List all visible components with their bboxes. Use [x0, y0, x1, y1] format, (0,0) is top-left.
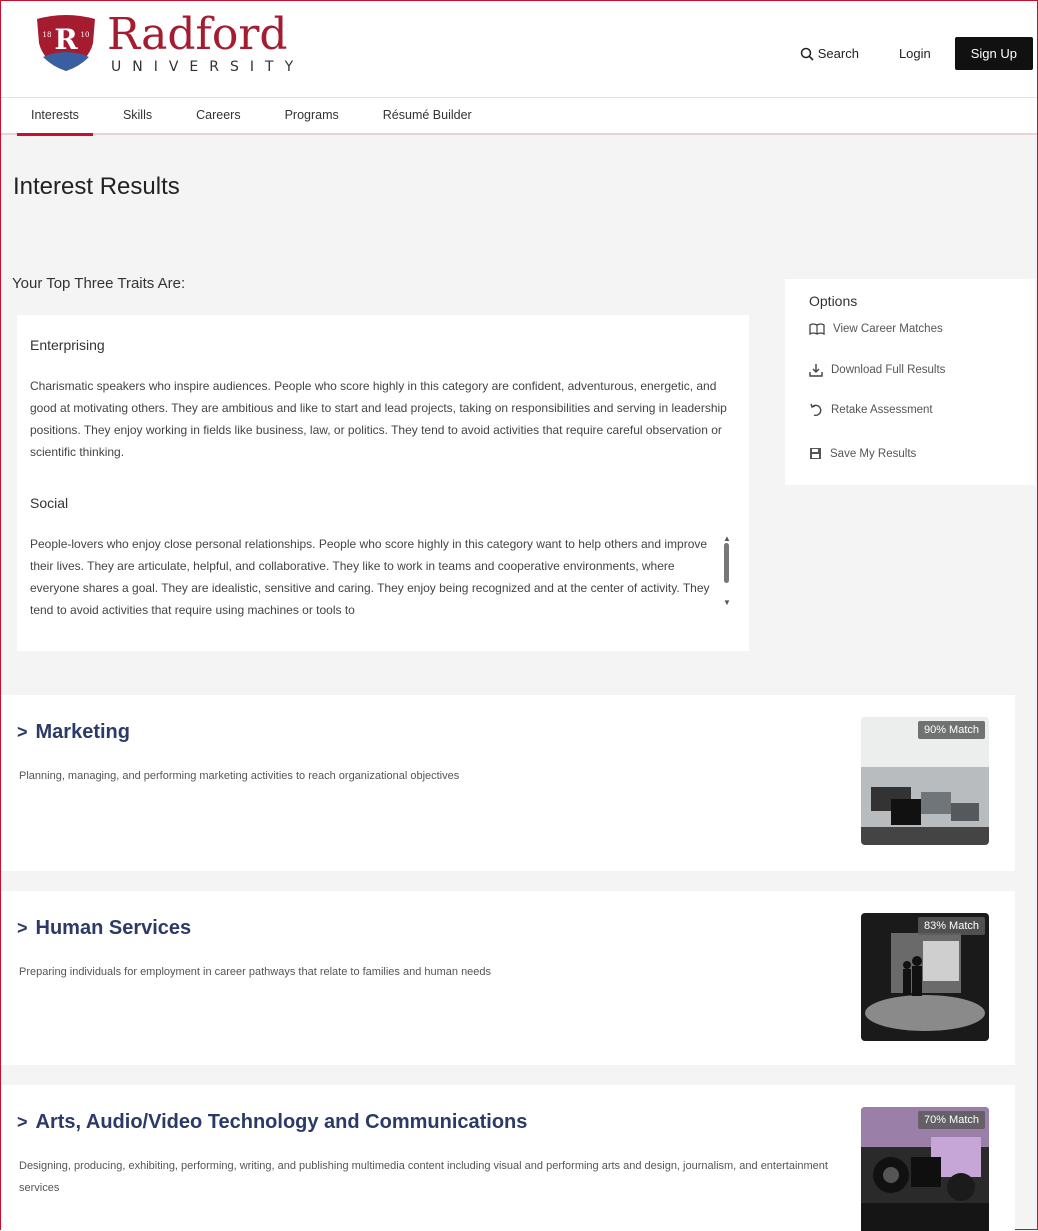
scroll-up-arrow-icon[interactable]: ▲: [723, 535, 731, 543]
cluster-description: Preparing individuals for employment in …: [19, 966, 492, 978]
cluster-card-marketing[interactable]: > Marketing Planning, managing, and perf…: [1, 695, 1015, 871]
svg-text:18: 18: [43, 31, 52, 39]
site-header: R 18 10 Radford UNIVERSITY Search Login …: [1, 1, 1037, 97]
retake-assessment-option[interactable]: Retake Assessment: [809, 403, 933, 417]
logo-name: Radford: [107, 9, 288, 60]
search-label: Search: [817, 46, 859, 61]
cluster-description: Designing, producing, exhibiting, perfor…: [19, 1160, 828, 1194]
cluster-image-marketing: 90% Match: [861, 717, 989, 845]
search-button[interactable]: Search: [800, 46, 859, 61]
signup-button[interactable]: Sign Up: [954, 37, 1033, 70]
scrollbar-thumb[interactable]: [724, 543, 729, 583]
svg-text:R: R: [54, 23, 78, 56]
cluster-title-text: Arts, Audio/Video Technology and Communi…: [35, 1111, 528, 1133]
option-label: Retake Assessment: [831, 404, 933, 416]
cluster-title[interactable]: > Marketing: [17, 721, 130, 744]
match-badge: 83% Match: [917, 917, 985, 935]
shield-icon: R 18 10: [37, 15, 95, 71]
save-icon: [810, 448, 821, 459]
option-label: Save My Results: [830, 447, 917, 460]
option-label: View Career Matches: [833, 323, 943, 335]
radford-logo[interactable]: R 18 10 Radford UNIVERSITY: [33, 13, 304, 75]
scroll-down-arrow-icon[interactable]: ▼: [723, 599, 731, 607]
match-badge: 70% Match: [917, 1111, 985, 1129]
cluster-description: Planning, managing, and performing marke…: [19, 770, 460, 782]
book-icon: [809, 323, 825, 335]
trait-description: People-lovers who enjoy close personal r…: [30, 537, 710, 617]
download-icon: [809, 364, 823, 377]
svg-text:10: 10: [81, 31, 90, 39]
options-title: Options: [809, 293, 858, 309]
nav-tab-careers[interactable]: Careers: [182, 98, 254, 136]
cluster-image-arts: 70% Match: [861, 1107, 989, 1231]
cluster-card-arts[interactable]: > Arts, Audio/Video Technology and Commu…: [1, 1085, 1015, 1231]
logo-subtitle: UNIVERSITY: [111, 59, 305, 75]
login-link[interactable]: Login: [899, 46, 931, 61]
main-nav: Interests Skills Careers Programs Résumé…: [1, 97, 1037, 136]
traits-heading: Your Top Three Traits Are:: [12, 275, 186, 292]
trait-name: Social: [30, 495, 69, 511]
cluster-image-human-services: 83% Match: [861, 913, 989, 1041]
cluster-title[interactable]: > Arts, Audio/Video Technology and Commu…: [17, 1111, 527, 1134]
trait-description: Charismatic speakers who inspire audienc…: [30, 379, 727, 459]
retake-icon: [810, 403, 822, 417]
nav-tab-interests[interactable]: Interests: [17, 98, 93, 136]
nav-tab-programs[interactable]: Programs: [271, 98, 353, 136]
cluster-title-text: Human Services: [35, 917, 192, 939]
save-my-results-option[interactable]: Save My Results: [809, 447, 916, 460]
traits-panel[interactable]: Enterprising Charismatic speakers who in…: [17, 315, 749, 651]
trait-social: Social People-lovers who enjoy close per…: [30, 495, 720, 621]
download-full-results-option[interactable]: Download Full Results: [809, 363, 945, 377]
chevron-right-icon: >: [17, 1112, 28, 1132]
chevron-right-icon: >: [17, 722, 28, 742]
nav-tab-resume-builder[interactable]: Résumé Builder: [369, 98, 486, 136]
nav-tab-skills[interactable]: Skills: [109, 98, 166, 136]
cluster-title[interactable]: > Human Services: [17, 917, 191, 940]
cluster-title-text: Marketing: [35, 721, 130, 743]
page-title: Interest Results: [13, 173, 180, 200]
match-badge: 90% Match: [917, 721, 985, 739]
option-label: Download Full Results: [831, 364, 946, 376]
cluster-card-human-services[interactable]: > Human Services Preparing individuals f…: [1, 891, 1015, 1065]
traits-scrollbar[interactable]: ▲ ▼: [721, 535, 731, 609]
chevron-right-icon: >: [17, 918, 28, 938]
trait-name: Enterprising: [30, 337, 105, 353]
trait-enterprising: Enterprising Charismatic speakers who in…: [30, 337, 730, 463]
options-panel: Options View Career Matches Download Ful…: [785, 279, 1035, 485]
view-career-matches-option[interactable]: View Career Matches: [809, 323, 943, 335]
search-icon: [800, 47, 814, 61]
